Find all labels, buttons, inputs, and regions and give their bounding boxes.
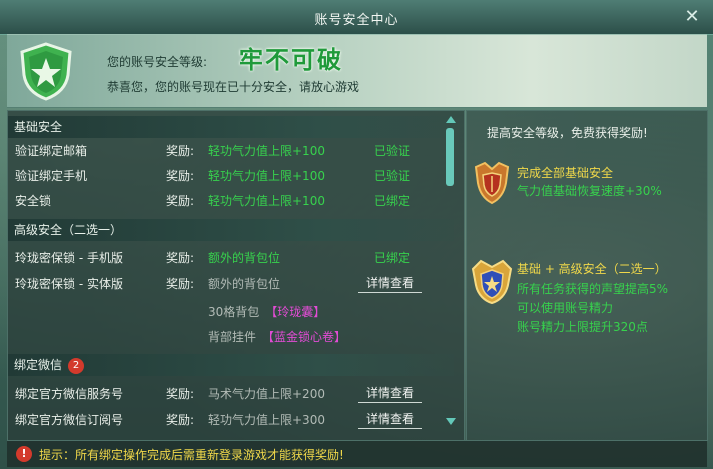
- reward-line: 气力值基础恢复速度+30%: [517, 184, 662, 198]
- status-text: 已验证: [374, 144, 411, 158]
- row-lock-mobile: 玲珑密保锁 - 手机版 奖励: 额外的背包位 已绑定: [8, 247, 448, 269]
- reward-label: 奖励:: [166, 387, 195, 401]
- warning-icon: !: [16, 446, 32, 462]
- detail-button[interactable]: 详情查看: [358, 274, 422, 293]
- reward-value: 额外的背包位: [208, 277, 281, 291]
- section-wechat-header: 绑定微信 2: [8, 354, 454, 376]
- rewards-panel: 提高安全等级，免费获得奖励! 完成全部基础安全 气力值基础恢复速度+30% 基础…: [466, 110, 708, 441]
- item-link[interactable]: 【玲珑囊】: [265, 305, 325, 319]
- security-description: 恭喜您，您的账号现在已十分安全，请放心游戏: [107, 80, 360, 94]
- status-text: 已验证: [374, 169, 411, 183]
- tip-bar: ! 提示：所有绑定操作完成后需重新登录游戏才能获得奖励!: [7, 440, 707, 467]
- shield-star-icon: [20, 42, 72, 101]
- close-icon[interactable]: ✕: [681, 6, 703, 28]
- reward-label: 奖励:: [166, 194, 195, 208]
- rewards-panel-title: 提高安全等级，免费获得奖励!: [487, 126, 648, 140]
- section-advanced-title: 高级安全（二选一）: [8, 219, 454, 241]
- item-name: 验证绑定手机: [15, 169, 88, 183]
- reward-line: 所有任务获得的声望提高5%: [517, 282, 669, 296]
- reward-value: 轻功气力值上限+300: [208, 413, 325, 427]
- row-wechat-service: 绑定官方微信服务号 奖励: 马术气力值上限+200 详情查看: [8, 383, 448, 405]
- item-name: 绑定官方微信服务号: [15, 387, 124, 401]
- count-badge: 2: [68, 358, 85, 374]
- detail-button[interactable]: 详情查看: [358, 384, 422, 403]
- security-level-value: 牢不可破: [239, 46, 343, 74]
- scroll-up-arrow-icon[interactable]: [446, 116, 456, 123]
- item-name: 玲珑密保锁 - 手机版: [15, 251, 123, 265]
- row-lock-physical: 玲珑密保锁 - 实体版 奖励: 额外的背包位 详情查看: [8, 273, 448, 295]
- security-banner: 您的账号安全等级: 牢不可破 恭喜您，您的账号现在已十分安全，请放心游戏: [7, 34, 707, 108]
- subitem-text: 30格背包: [208, 305, 260, 319]
- scroll-thumb[interactable]: [446, 128, 454, 186]
- reward-value: 轻功气力值上限+100: [208, 194, 325, 208]
- subitem-text: 背部挂件: [208, 330, 257, 344]
- item-name: 绑定官方微信订阅号: [15, 413, 124, 427]
- detail-button[interactable]: 详情查看: [358, 410, 422, 429]
- reward-value: 轻功气力值上限+100: [208, 169, 325, 183]
- reward-title: 完成全部基础安全: [517, 166, 614, 180]
- row-wechat-subscription: 绑定官方微信订阅号 奖励: 轻功气力值上限+300 详情查看: [8, 409, 448, 431]
- reward-label: 奖励:: [166, 169, 195, 183]
- item-name: 验证绑定邮箱: [15, 144, 88, 158]
- row-bind-email: 验证绑定邮箱 奖励: 轻功气力值上限+100 已验证: [8, 140, 448, 162]
- bronze-shield-medal-icon: [474, 161, 510, 205]
- reward-value: 额外的背包位: [208, 251, 281, 265]
- reward-label: 奖励:: [166, 277, 195, 291]
- section-wechat-title: 绑定微信: [14, 358, 63, 372]
- reward-line: 可以使用账号精力: [517, 301, 614, 315]
- reward-label: 奖励:: [166, 251, 195, 265]
- reward-value: 轻功气力值上限+100: [208, 144, 325, 158]
- item-name: 安全锁: [15, 194, 52, 208]
- status-text: 已绑定: [374, 194, 411, 208]
- reward-line: 账号精力上限提升320点: [517, 320, 648, 334]
- security-level-label: 您的账号安全等级:: [107, 55, 208, 69]
- blue-shield-medal-icon: [471, 259, 513, 305]
- status-text: 已绑定: [374, 251, 411, 265]
- reward-value: 马术气力值上限+200: [208, 387, 325, 401]
- tip-text: 提示：所有绑定操作完成后需重新登录游戏才能获得奖励!: [39, 448, 344, 462]
- reward-subitem: 30格背包 【玲珑囊】: [208, 302, 325, 322]
- scrollbar[interactable]: [443, 116, 457, 432]
- reward-label: 奖励:: [166, 413, 195, 427]
- scroll-down-arrow-icon[interactable]: [446, 418, 456, 425]
- reward-subitem: 背部挂件 【蓝金锁心卷】: [208, 327, 346, 347]
- window-titlebar: 账号安全中心 ✕: [0, 0, 713, 35]
- reward-label: 奖励:: [166, 144, 195, 158]
- row-bind-phone: 验证绑定手机 奖励: 轻功气力值上限+100 已验证: [8, 165, 448, 187]
- item-link[interactable]: 【蓝金锁心卷】: [262, 330, 346, 344]
- window-title: 账号安全中心: [314, 13, 399, 28]
- row-security-lock: 安全锁 奖励: 轻功气力值上限+100 已绑定: [8, 190, 448, 212]
- reward-title: 基础 + 高级安全（二选一）: [517, 262, 667, 276]
- security-items-panel: 基础安全 验证绑定邮箱 奖励: 轻功气力值上限+100 已验证 验证绑定手机 奖…: [7, 110, 465, 441]
- section-basic-title: 基础安全: [8, 116, 454, 138]
- item-name: 玲珑密保锁 - 实体版: [15, 277, 123, 291]
